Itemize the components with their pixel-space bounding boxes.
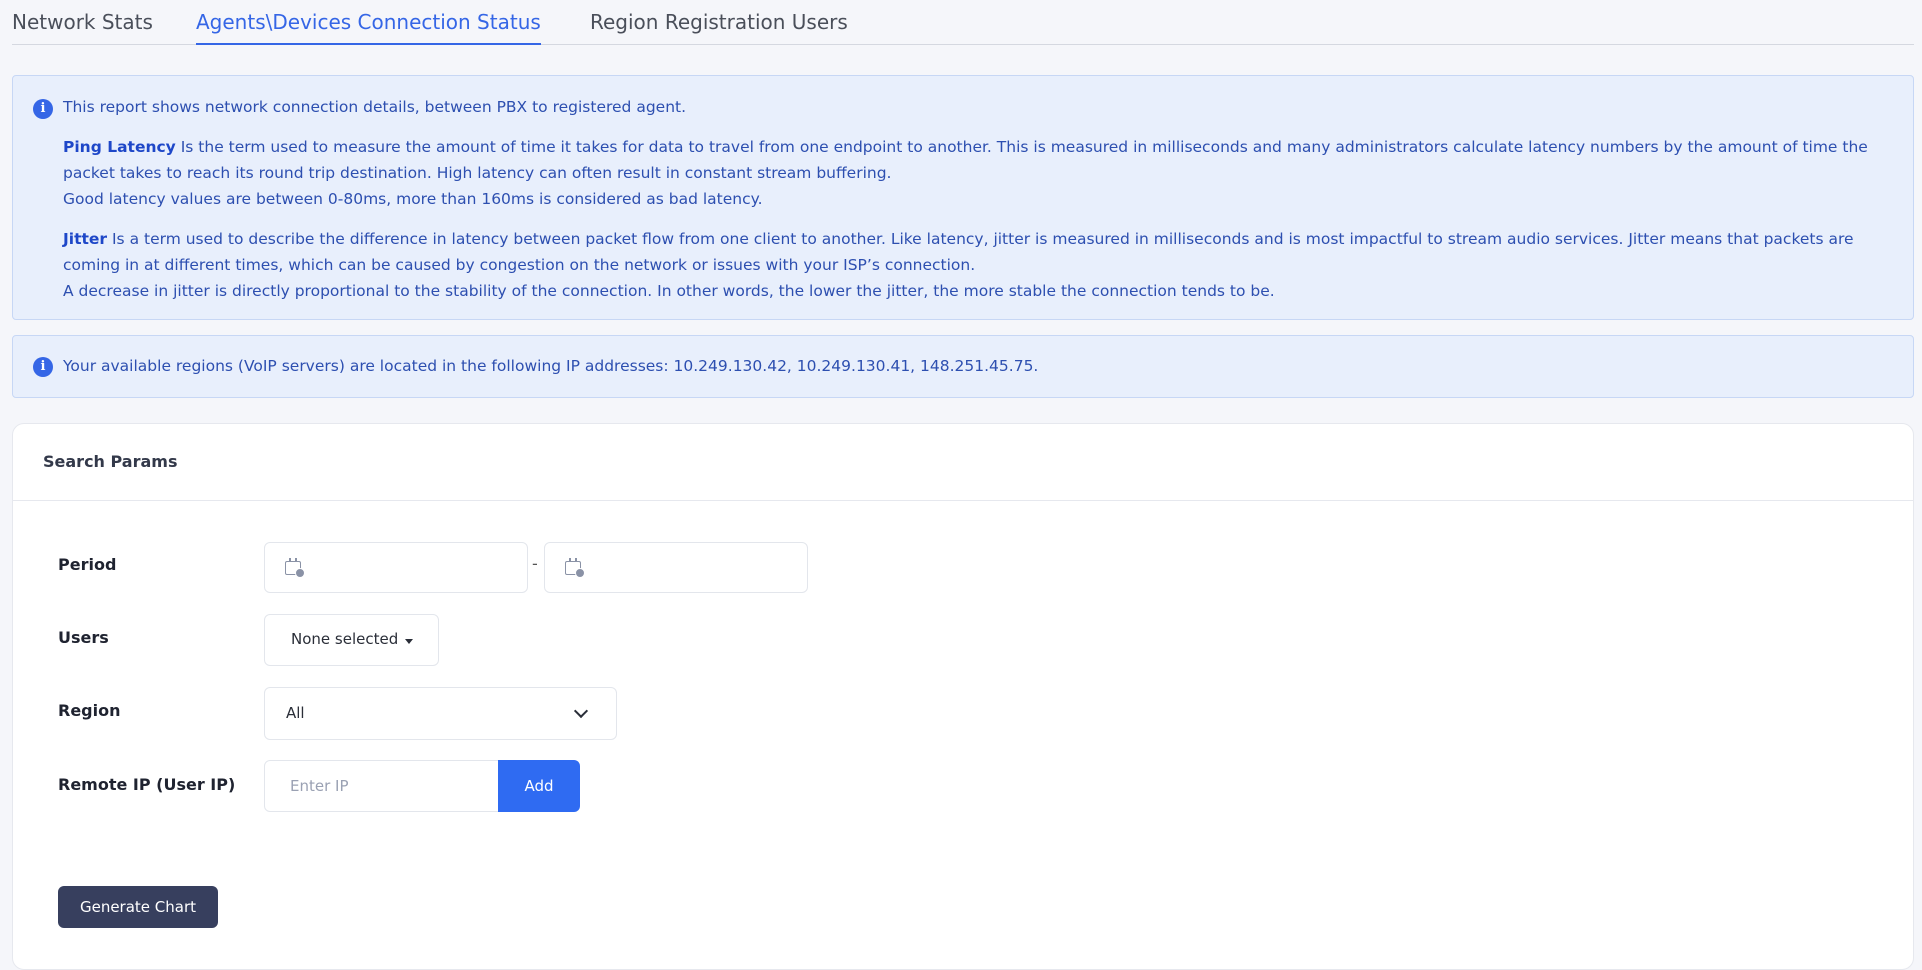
jitter-term: Jitter (63, 230, 108, 248)
generate-chart-button[interactable]: Generate Chart (58, 886, 218, 928)
latency-info-text: This report shows network connection det… (63, 94, 1893, 304)
tab-network-stats[interactable]: Network Stats (12, 8, 153, 45)
tab-region-registration-users[interactable]: Region Registration Users (590, 8, 848, 45)
tab-agents-devices-connection-status[interactable]: Agents\Devices Connection Status (196, 8, 541, 45)
remote-ip-label: Remote IP (User IP) (58, 775, 236, 794)
calendar-icon (565, 558, 585, 578)
info-intro: This report shows network connection det… (63, 98, 687, 116)
region-selected-value: All (286, 704, 305, 722)
jitter-paragraph: Jitter Is a term used to describe the di… (63, 226, 1893, 304)
info-icon: i (33, 357, 53, 377)
jitter-note: A decrease in jitter is directly proport… (63, 282, 1275, 300)
users-selected-value: None selected (291, 630, 399, 648)
tab-bar: Network Stats Agents\Devices Connection … (12, 0, 1914, 45)
period-label: Period (58, 555, 117, 574)
card-title: Search Params (43, 452, 178, 471)
period-separator: - (532, 554, 538, 573)
add-ip-button[interactable]: Add (498, 760, 580, 812)
region-label: Region (58, 701, 121, 720)
period-start-date-input[interactable] (264, 542, 528, 593)
regions-info-text: Your available regions (VoIP servers) ar… (63, 357, 1039, 375)
chevron-down-icon (573, 703, 589, 719)
users-label: Users (58, 628, 109, 647)
calendar-icon (285, 558, 305, 578)
region-select[interactable]: All (264, 687, 617, 740)
info-icon: i (33, 99, 53, 119)
ping-latency-good-values: Good latency values are between 0-80ms, … (63, 190, 763, 208)
period-end-date-input[interactable] (544, 542, 808, 593)
ping-latency-term: Ping Latency (63, 138, 176, 156)
latency-info-box: i This report shows network connection d… (12, 75, 1914, 320)
caret-down-icon (405, 639, 413, 644)
ping-latency-paragraph: Ping Latency Is the term used to measure… (63, 134, 1893, 212)
search-params-card: Search Params Period - Users None select… (12, 423, 1914, 970)
remote-ip-input[interactable] (264, 760, 500, 812)
regions-info-box: i Your available regions (VoIP servers) … (12, 335, 1914, 398)
card-header: Search Params (13, 424, 1913, 501)
ping-latency-description: Is the term used to measure the amount o… (63, 138, 1868, 182)
users-multiselect-dropdown[interactable]: None selected (264, 614, 439, 666)
jitter-description: Is a term used to describe the differenc… (63, 230, 1854, 274)
